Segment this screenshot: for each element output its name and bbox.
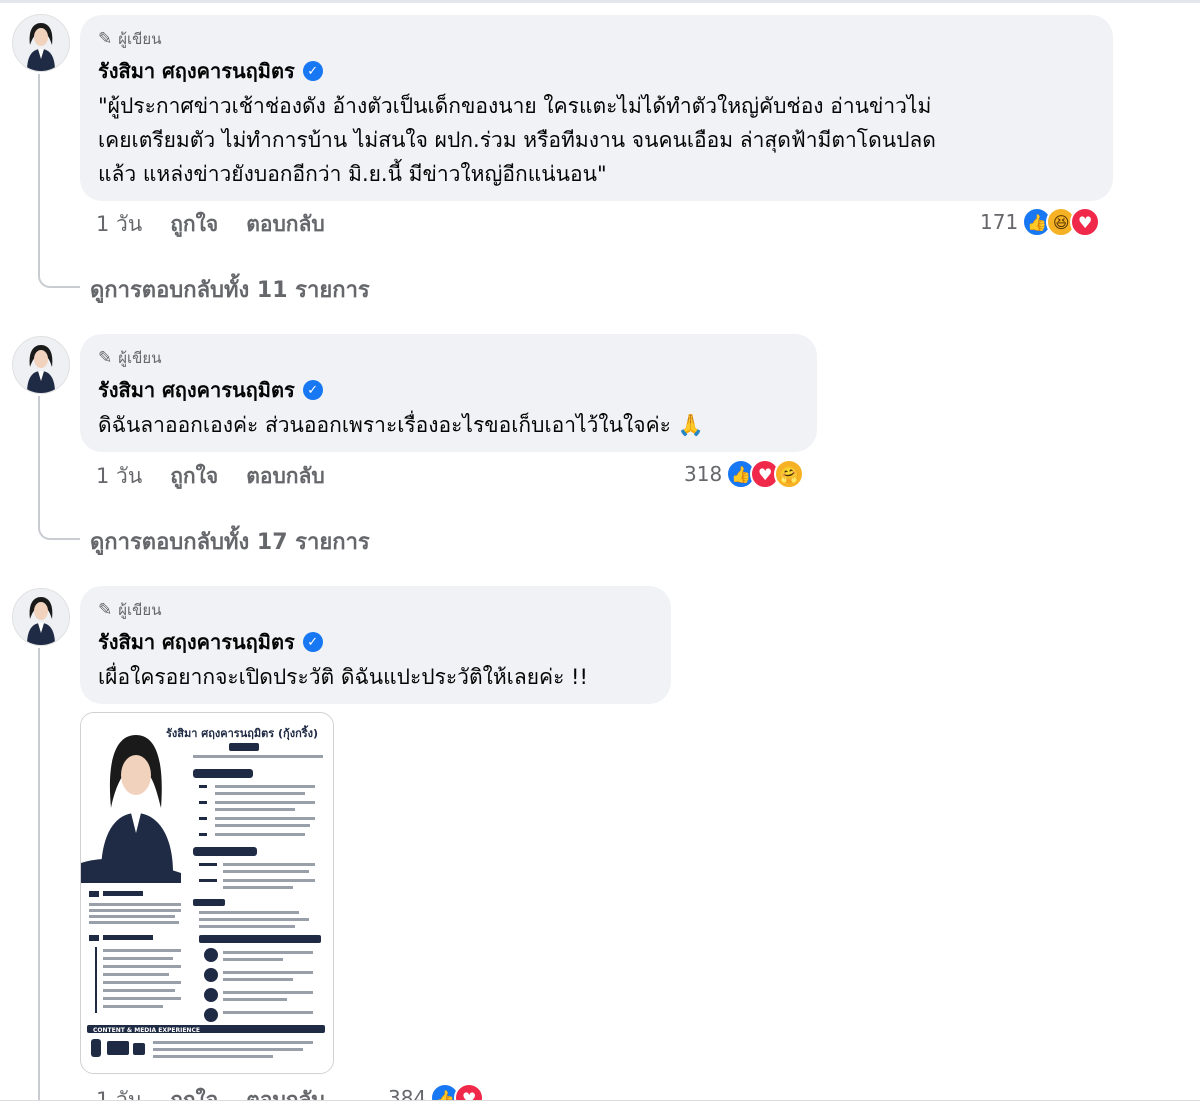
thread-hook (38, 274, 80, 288)
avatar[interactable] (12, 14, 70, 72)
comment-time[interactable]: 1 วัน (96, 208, 142, 241)
avatar[interactable] (12, 588, 70, 646)
reaction-count: 318 (684, 462, 723, 486)
pencil-icon: ✎ (98, 348, 113, 368)
comment-time[interactable]: 1 วัน (96, 460, 142, 493)
commenter-name[interactable]: รังสิมา ศฤงคารนฤมิตร (98, 626, 295, 658)
love-icon: ♥ (1070, 207, 1101, 237)
reaction-summary[interactable]: 318 👍 ♥ 🤗 (684, 459, 805, 489)
author-badge: ✎ ผู้เขียน (98, 29, 1095, 49)
thread-line (38, 396, 40, 526)
comment-text: เผื่อใครอยากจะเปิดประวัติ ดิฉันแปะประวัต… (98, 660, 653, 694)
comment-text-line: "ผู้ประกาศข่าวเช้าช่องดัง อ้างตัวเป็นเด็… (98, 94, 932, 118)
comment-bubble: ✎ ผู้เขียน รังสิมา ศฤงคารนฤมิตร ✓ "ผู้ปร… (80, 15, 1113, 201)
reaction-count: 171 (980, 210, 1019, 234)
comment-actions: 1 วัน ถูกใจ ตอบกลับ (96, 208, 325, 241)
reply-button[interactable]: ตอบกลับ (246, 460, 325, 493)
bottom-edge (0, 1100, 1200, 1116)
comment-bubble: ✎ ผู้เขียน รังสิมา ศฤงคารนฤมิตร ✓ เผื่อใ… (80, 586, 671, 704)
author-badge: ✎ ผู้เขียน (98, 348, 799, 368)
verified-badge-icon: ✓ (302, 632, 323, 652)
resume-image-attachment[interactable]: รังสิมา ศฤงคารนฤมิตร (กุ้งกริ้ง) CONTENT… (80, 712, 334, 1074)
pencil-icon: ✎ (98, 29, 113, 49)
resume-footer: CONTENT & MEDIA EXPERIENCE (93, 1027, 200, 1034)
comment-text-line: เคยเตรียมตัว ไม่ทำการบ้าน ไม่สนใจ ผปก.ร่… (98, 128, 936, 152)
care-icon: 🤗 (774, 459, 805, 489)
avatar[interactable] (12, 336, 70, 394)
top-divider (0, 0, 1200, 3)
resume-title: รังสิมา ศฤงคารนฤมิตร (กุ้งกริ้ง) (166, 725, 318, 741)
view-replies-link[interactable]: ดูการตอบกลับทั้ง 11 รายการ (90, 272, 370, 307)
verified-badge-icon: ✓ (302, 380, 323, 400)
author-badge: ✎ ผู้เขียน (98, 600, 653, 620)
author-badge-label: ผู้เขียน (118, 601, 162, 619)
verified-badge-icon: ✓ (302, 61, 323, 81)
like-button[interactable]: ถูกใจ (170, 208, 218, 241)
comment-text: "ผู้ประกาศข่าวเช้าช่องดัง อ้างตัวเป็นเด็… (98, 89, 1095, 191)
author-badge-label: ผู้เขียน (118, 30, 162, 48)
thread-line (38, 648, 40, 1100)
comment-text-line: ดิฉันลาออกเองค่ะ ส่วนออกเพราะเรื่องอะไรข… (98, 413, 704, 437)
pencil-icon: ✎ (98, 600, 113, 620)
thread-line (38, 74, 40, 274)
commenter-name[interactable]: รังสิมา ศฤงคารนฤมิตร (98, 55, 295, 87)
comment-text-line: เผื่อใครอยากจะเปิดประวัติ ดิฉันแปะประวัต… (98, 665, 588, 689)
comment-text: ดิฉันลาออกเองค่ะ ส่วนออกเพราะเรื่องอะไรข… (98, 408, 799, 442)
reply-button[interactable]: ตอบกลับ (246, 208, 325, 241)
reaction-summary[interactable]: 171 👍 😆 ♥ (980, 207, 1101, 237)
author-badge-label: ผู้เขียน (118, 349, 162, 367)
like-button[interactable]: ถูกใจ (170, 460, 218, 493)
thread-hook (38, 526, 80, 540)
view-replies-link[interactable]: ดูการตอบกลับทั้ง 17 รายการ (90, 524, 370, 559)
comment-text-line: แล้ว แหล่งข่าวยังบอกอีกว่า มิ.ย.นี้ มีข่… (98, 162, 607, 186)
comment-actions: 1 วัน ถูกใจ ตอบกลับ (96, 460, 325, 493)
comment-bubble: ✎ ผู้เขียน รังสิมา ศฤงคารนฤมิตร ✓ ดิฉันล… (80, 334, 817, 452)
commenter-name[interactable]: รังสิมา ศฤงคารนฤมิตร (98, 374, 295, 406)
